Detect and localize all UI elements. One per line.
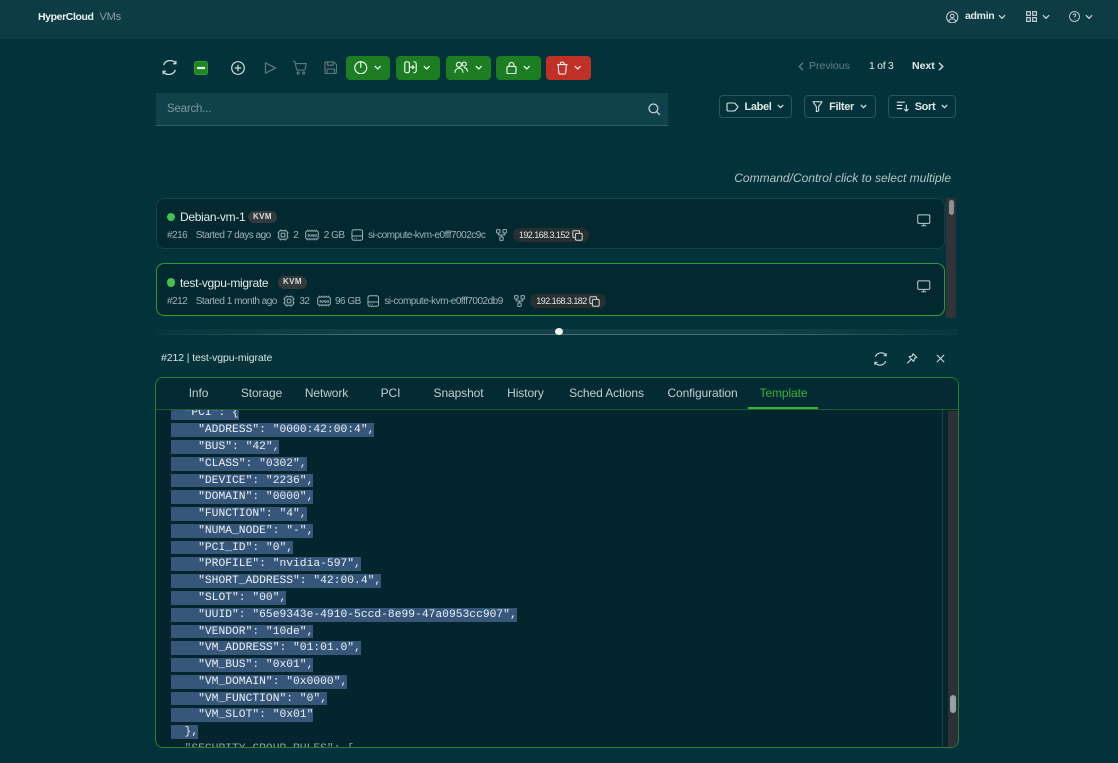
svg-text:RAM: RAM [319,299,329,304]
svg-text:RAM: RAM [308,233,318,238]
